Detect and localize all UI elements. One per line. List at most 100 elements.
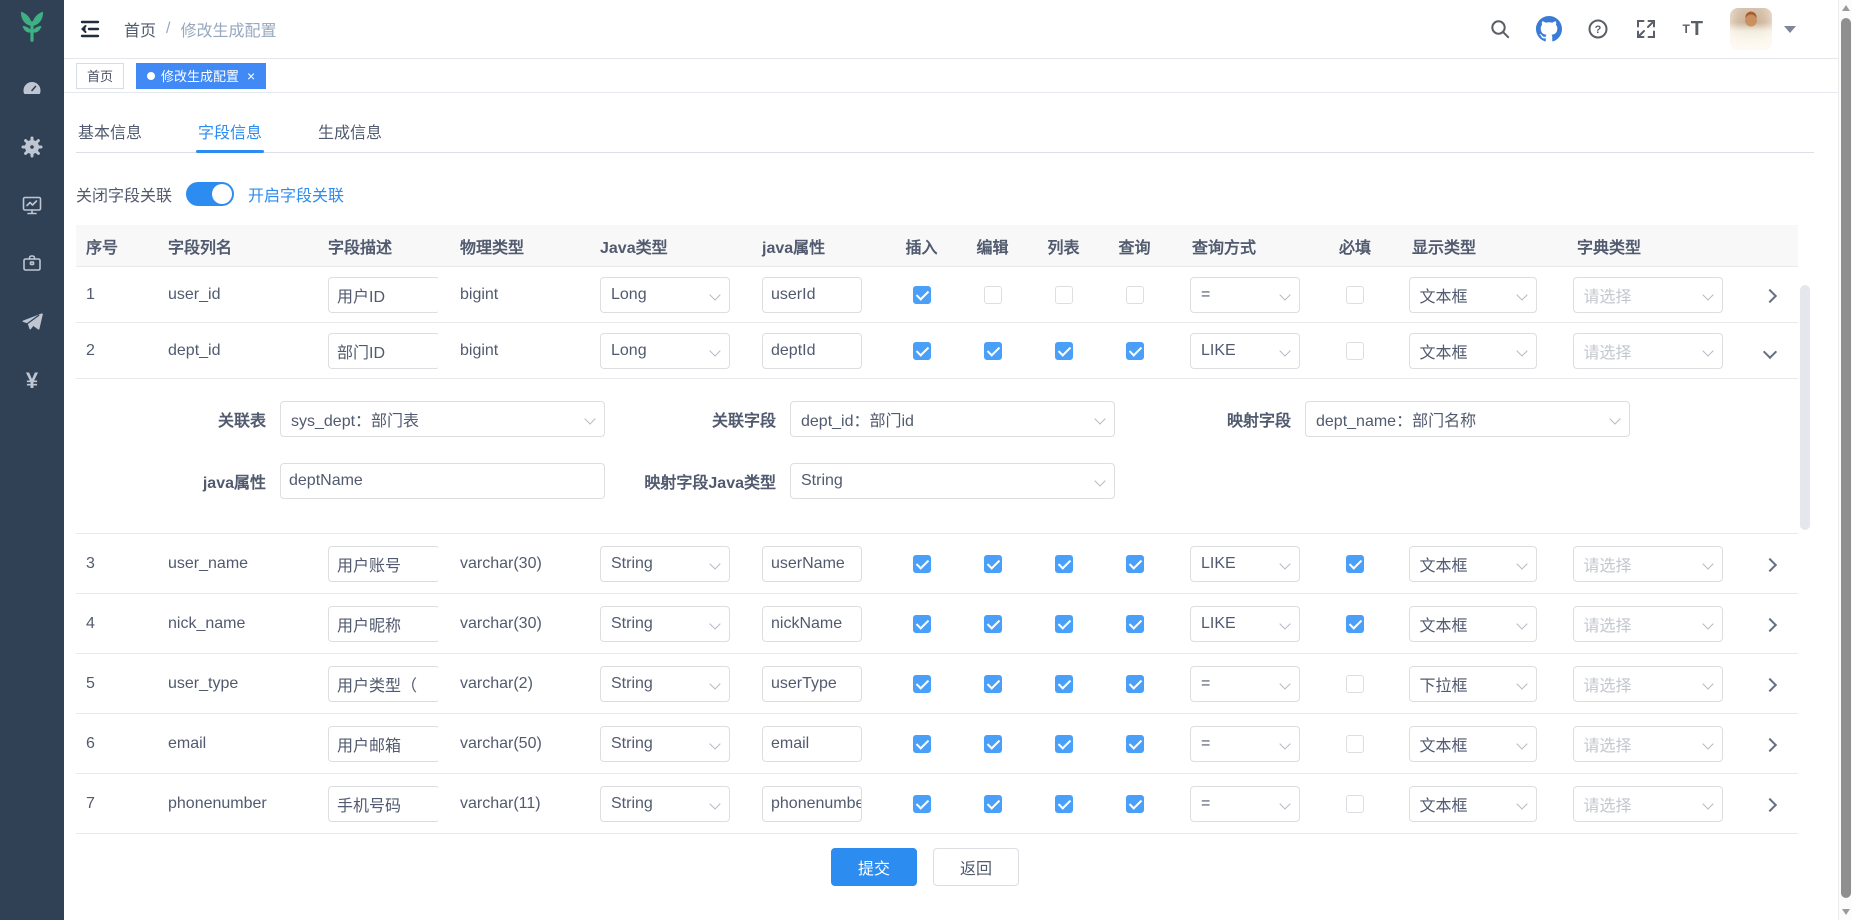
github-icon[interactable] [1536,16,1562,42]
insert-checkbox[interactable] [913,735,931,753]
query-checkbox[interactable] [1126,555,1144,573]
query-checkbox[interactable] [1126,735,1144,753]
required-checkbox[interactable] [1346,675,1364,693]
java-attr-input[interactable]: deptId [762,333,862,369]
query-checkbox[interactable] [1126,342,1144,360]
dict-type-select[interactable]: 请选择 [1573,606,1723,642]
required-checkbox[interactable] [1346,342,1364,360]
insert-checkbox[interactable] [913,286,931,304]
scroll-up-arrow-icon[interactable] [1842,5,1850,11]
scroll-down-arrow-icon[interactable] [1842,909,1850,915]
desc-input[interactable]: 用户昵称 [328,606,438,642]
app-logo-plant-icon[interactable] [10,4,54,48]
required-checkbox[interactable] [1346,735,1364,753]
edit-checkbox[interactable] [984,735,1002,753]
user-avatar[interactable] [1730,8,1772,50]
back-button[interactable]: 返回 [933,848,1019,886]
query-method-select[interactable]: = [1190,726,1300,762]
java-type-select[interactable]: Long [600,333,730,369]
java-attr-input[interactable]: nickName [762,606,862,642]
expand-row-icon[interactable] [1763,289,1775,301]
edit-checkbox[interactable] [984,675,1002,693]
expand-row-icon[interactable] [1763,678,1775,690]
required-checkbox[interactable] [1346,555,1364,573]
tab-generate-info[interactable]: 生成信息 [316,109,384,152]
sidebar-item-monitor[interactable] [0,178,64,236]
list-checkbox[interactable] [1055,735,1073,753]
insert-checkbox[interactable] [913,795,931,813]
dict-type-select[interactable]: 请选择 [1573,726,1723,762]
query-method-select[interactable]: = [1190,666,1300,702]
java-attr-input[interactable]: email [762,726,862,762]
field-relation-switch[interactable] [186,182,234,206]
display-type-select[interactable]: 文本框 [1409,786,1537,822]
desc-input[interactable]: 用户ID [328,277,438,313]
sidebar-item-tool[interactable] [0,236,64,294]
query-method-select[interactable]: = [1190,277,1300,313]
required-checkbox[interactable] [1346,615,1364,633]
query-method-select[interactable]: LIKE [1190,546,1300,582]
insert-checkbox[interactable] [913,675,931,693]
browser-scrollbar-thumb[interactable] [1841,18,1851,898]
expand-row-icon[interactable] [1763,738,1775,750]
insert-checkbox[interactable] [913,342,931,360]
required-checkbox[interactable] [1346,286,1364,304]
relation-table-select[interactable]: sys_dept：部门表 [280,401,605,437]
dict-type-select[interactable]: 请选择 [1573,333,1723,369]
insert-checkbox[interactable] [913,555,931,573]
table-scrollbar-thumb[interactable] [1800,285,1810,530]
expand-row-icon[interactable] [1763,618,1775,630]
query-method-select[interactable]: LIKE [1190,333,1300,369]
tab-field-info[interactable]: 字段信息 [196,109,264,152]
java-type-select[interactable]: Long [600,277,730,313]
list-checkbox[interactable] [1055,615,1073,633]
java-attr-input[interactable]: userType [762,666,862,702]
java-type-select[interactable]: String [600,786,730,822]
sidebar-item-pay[interactable]: ¥ [0,352,64,410]
query-checkbox[interactable] [1126,795,1144,813]
display-type-select[interactable]: 文本框 [1409,726,1537,762]
desc-input[interactable]: 用户邮箱 [328,726,438,762]
desc-input[interactable]: 手机号码 [328,786,438,822]
tag-close-icon[interactable]: × [247,69,255,83]
dict-type-select[interactable]: 请选择 [1573,277,1723,313]
breadcrumb-home[interactable]: 首页 [124,17,156,41]
help-icon[interactable]: ? [1586,17,1610,41]
display-type-select[interactable]: 文本框 [1409,546,1537,582]
mapping-java-type-select[interactable]: String [790,463,1115,499]
relation-on-label[interactable]: 开启字段关联 [248,182,344,206]
query-method-select[interactable]: = [1190,786,1300,822]
desc-input[interactable]: 用户账号 [328,546,438,582]
relation-field-select[interactable]: dept_id：部门id [790,401,1115,437]
sidebar-item-guide[interactable] [0,294,64,352]
dict-type-select[interactable]: 请选择 [1573,666,1723,702]
edit-checkbox[interactable] [984,795,1002,813]
query-checkbox[interactable] [1126,615,1144,633]
list-checkbox[interactable] [1055,555,1073,573]
insert-checkbox[interactable] [913,615,931,633]
mapping-field-select[interactable]: dept_name：部门名称 [1305,401,1630,437]
java-type-select[interactable]: String [600,726,730,762]
expand-row-icon[interactable] [1763,558,1775,570]
tag-home[interactable]: 首页 [76,63,124,89]
display-type-select[interactable]: 文本框 [1409,333,1537,369]
tab-basic-info[interactable]: 基本信息 [76,109,144,152]
dict-type-select[interactable]: 请选择 [1573,786,1723,822]
query-checkbox[interactable] [1126,675,1144,693]
sidebar-item-system[interactable] [0,120,64,178]
display-type-select[interactable]: 文本框 [1409,277,1537,313]
java-attr-input[interactable]: userId [762,277,862,313]
java-attr-input[interactable]: phonenumber [762,786,862,822]
query-method-select[interactable]: LIKE [1190,606,1300,642]
java-attr-input[interactable]: userName [762,546,862,582]
list-checkbox[interactable] [1055,286,1073,304]
list-checkbox[interactable] [1055,675,1073,693]
desc-input[interactable]: 部门ID [328,333,438,369]
java-type-select[interactable]: String [600,666,730,702]
sidebar-fold-icon[interactable] [78,17,102,41]
edit-checkbox[interactable] [984,342,1002,360]
expand-row-icon[interactable] [1763,798,1775,810]
edit-checkbox[interactable] [984,555,1002,573]
dict-type-select[interactable]: 请选择 [1573,546,1723,582]
display-type-select[interactable]: 下拉框 [1409,666,1537,702]
